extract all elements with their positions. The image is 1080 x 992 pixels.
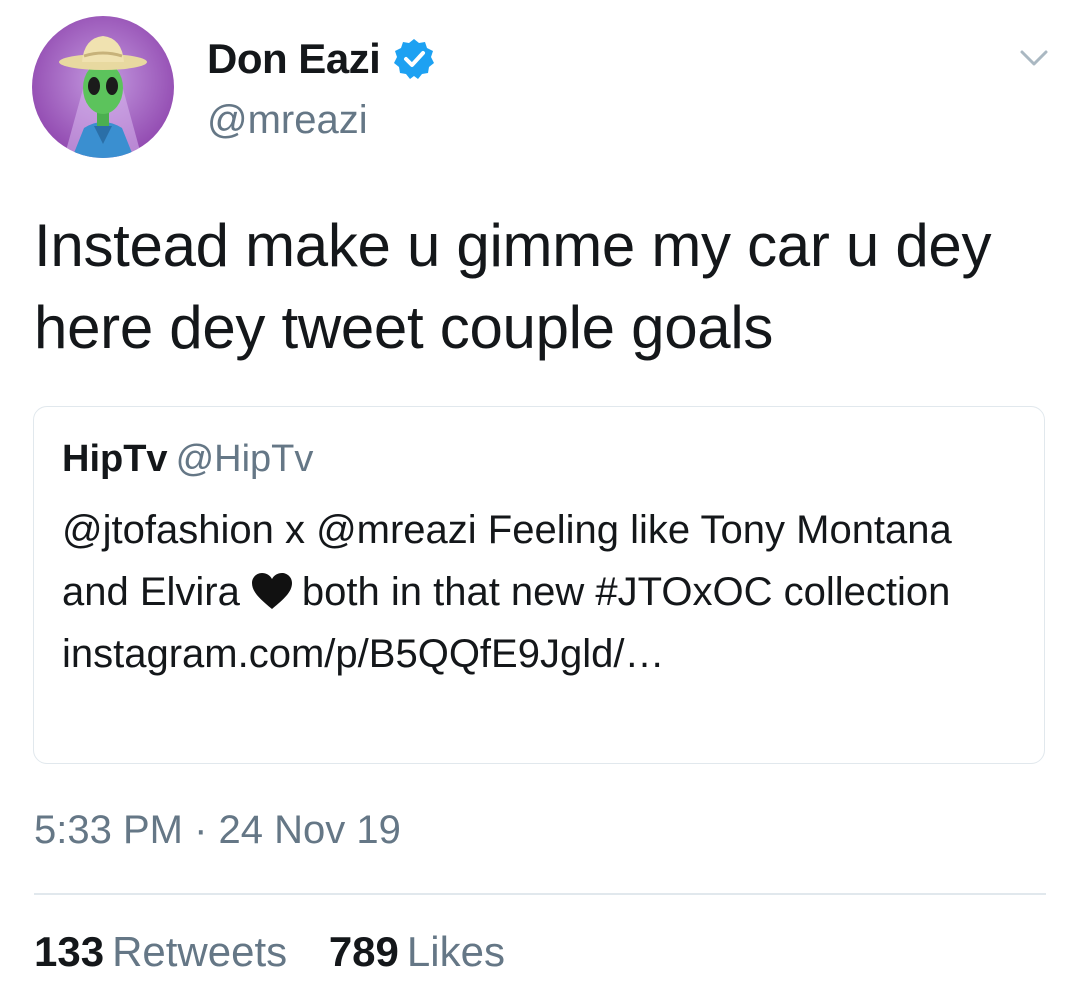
quoted-tweet-text: @jtofashion x @mreazi Feeling like Tony …	[62, 499, 1022, 685]
author-handle[interactable]: @mreazi	[207, 98, 368, 143]
tweet-stats: 133 Retweets 789 Likes	[34, 928, 535, 976]
likes-stat[interactable]: 789 Likes	[329, 928, 505, 976]
tweet-text: Instead make u gimme my car u dey here d…	[34, 212, 992, 361]
author-name-row: Don Eazi	[207, 33, 436, 85]
author-display-name[interactable]: Don Eazi	[207, 35, 381, 83]
tweet-timestamp[interactable]: 5:33 PM · 24 Nov 19	[34, 808, 401, 853]
black-heart-icon	[250, 571, 294, 611]
quoted-tweet-card[interactable]: HipTv @HipTv @jtofashion x @mreazi Feelin…	[33, 406, 1045, 764]
retweets-count: 133	[34, 928, 105, 975]
retweets-label: Retweets	[112, 928, 288, 975]
verified-badge-icon	[392, 37, 436, 81]
likes-count: 789	[328, 928, 399, 975]
quoted-handle: @HipTv	[175, 438, 314, 480]
avatar[interactable]	[32, 16, 174, 158]
divider	[34, 893, 1046, 895]
quoted-display-name: HipTv	[62, 438, 168, 480]
quoted-tweet-header: HipTv @HipTv	[62, 435, 313, 483]
chevron-down-icon[interactable]	[1016, 40, 1052, 76]
likes-label: Likes	[406, 928, 505, 975]
retweets-stat[interactable]: 133 Retweets	[34, 928, 287, 976]
alien-avatar-icon	[32, 16, 174, 158]
